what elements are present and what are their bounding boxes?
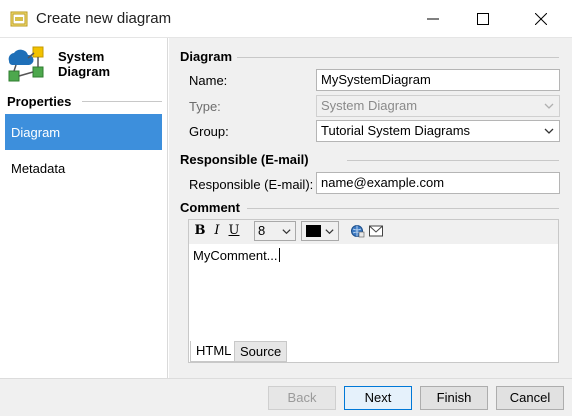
insert-link-icon[interactable] bbox=[351, 224, 365, 238]
tab-source[interactable]: Source bbox=[234, 341, 288, 362]
email-link-icon[interactable] bbox=[369, 225, 383, 237]
underline-button[interactable]: U bbox=[227, 223, 241, 239]
window-title: Create new diagram bbox=[36, 10, 172, 27]
minimize-icon bbox=[427, 18, 439, 20]
comment-text-area[interactable]: MyComment... bbox=[193, 248, 280, 263]
type-select[interactable]: System Diagram bbox=[316, 95, 560, 117]
text-color-picker[interactable] bbox=[301, 221, 339, 241]
form-pane: Diagram Name: MySystemDiagram Type: Syst… bbox=[169, 38, 572, 378]
bold-button[interactable]: B bbox=[193, 223, 207, 239]
close-icon bbox=[535, 13, 547, 25]
responsible-email-input[interactable]: name@example.com bbox=[316, 172, 560, 194]
next-button[interactable]: Next bbox=[344, 386, 412, 410]
comment-editor: B I U 8 MyComment... HTML Source bbox=[188, 219, 559, 363]
group-select[interactable]: Tutorial System Diagrams bbox=[316, 120, 560, 142]
back-button[interactable]: Back bbox=[268, 386, 336, 410]
chevron-down-icon bbox=[544, 103, 554, 109]
close-button[interactable] bbox=[518, 0, 564, 38]
section-heading-diagram: Diagram bbox=[180, 49, 233, 64]
name-label: Name: bbox=[189, 73, 228, 88]
type-select-value: System Diagram bbox=[321, 98, 418, 113]
dialog-icon bbox=[10, 11, 28, 27]
chevron-down-icon bbox=[544, 128, 554, 134]
sidebar-item-label: Metadata bbox=[11, 160, 66, 176]
text-caret bbox=[278, 248, 280, 262]
maximize-icon bbox=[477, 13, 489, 25]
system-diagram-icon bbox=[8, 46, 44, 82]
group-label: Group: bbox=[189, 124, 229, 139]
chevron-down-icon bbox=[325, 229, 334, 235]
chevron-down-icon bbox=[282, 229, 291, 235]
divider bbox=[347, 160, 559, 161]
navigation-pane: System Diagram Properties Diagram Metada… bbox=[0, 38, 168, 378]
color-swatch bbox=[306, 225, 321, 237]
sidebar-item-metadata[interactable]: Metadata bbox=[5, 150, 162, 186]
font-size-value: 8 bbox=[258, 223, 266, 238]
maximize-button[interactable] bbox=[460, 0, 506, 38]
responsible-label: Responsible (E-mail): bbox=[189, 177, 314, 192]
type-label: Type: bbox=[189, 99, 221, 114]
tab-html[interactable]: HTML bbox=[190, 341, 238, 362]
button-bar: Back Next Finish Cancel bbox=[0, 378, 572, 416]
editor-tabs: HTML Source bbox=[189, 341, 558, 362]
title-bar: Create new diagram bbox=[0, 0, 572, 38]
font-size-select[interactable]: 8 bbox=[254, 221, 296, 241]
divider bbox=[82, 101, 162, 102]
editor-toolbar: B I U 8 bbox=[189, 220, 558, 244]
sidebar-item-label: Diagram bbox=[11, 124, 61, 140]
divider bbox=[247, 208, 559, 209]
properties-heading: Properties bbox=[7, 94, 72, 109]
divider bbox=[237, 57, 559, 58]
section-heading-comment: Comment bbox=[180, 200, 240, 215]
minimize-button[interactable] bbox=[410, 0, 456, 38]
cancel-button[interactable]: Cancel bbox=[496, 386, 564, 410]
finish-button[interactable]: Finish bbox=[420, 386, 488, 410]
italic-button[interactable]: I bbox=[210, 223, 224, 239]
comment-text: MyComment... bbox=[193, 248, 278, 263]
group-select-value: Tutorial System Diagrams bbox=[321, 123, 471, 138]
name-input[interactable]: MySystemDiagram bbox=[316, 69, 560, 91]
section-heading-responsible: Responsible (E-mail) bbox=[180, 152, 309, 167]
diagram-type-name: System Diagram bbox=[58, 49, 111, 79]
sidebar-item-diagram[interactable]: Diagram bbox=[5, 114, 162, 150]
